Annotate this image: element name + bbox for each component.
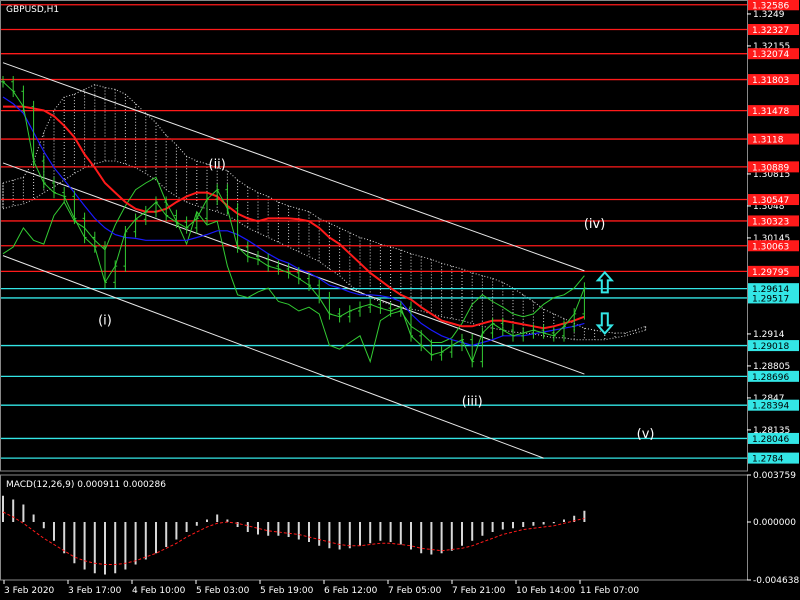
main-chart-title: GBPUSD,H1 — [6, 5, 59, 15]
price-tag-label: 1.31803 — [752, 76, 789, 86]
time-tick-label: 7 Feb 21:00 — [452, 586, 506, 596]
chart-background — [0, 0, 800, 600]
price-tag-label: 1.30889 — [752, 163, 789, 173]
macd-title: MACD(12,26,9) 0.000911 0.000286 — [6, 480, 166, 490]
price-tick-label: 1.28805 — [753, 362, 790, 372]
time-tick-label: 4 Feb 10:00 — [132, 586, 186, 596]
time-tick-label: 7 Feb 05:00 — [388, 586, 442, 596]
wave-label: (i) — [98, 313, 112, 328]
price-tag-label: 1.31478 — [752, 107, 789, 117]
price-tag-label: 1.29018 — [752, 342, 789, 352]
wave-label: (iv) — [584, 217, 605, 232]
price-tick-label: 1.2914 — [753, 330, 785, 340]
macd-tick-label: -0.004638 — [753, 576, 799, 586]
macd-tick-label: 0.000000 — [753, 518, 796, 528]
price-tag-label: 1.2784 — [752, 455, 784, 465]
wave-label: (iii) — [462, 395, 483, 410]
time-tick-label: 3 Feb 17:00 — [68, 586, 122, 596]
wave-label: (ii) — [209, 158, 226, 173]
forex-chart: (i)(ii)(iii)(iv)(v) 1.32491.321551.30815… — [0, 0, 800, 600]
price-tag-label: 1.30063 — [752, 242, 789, 252]
time-tick-label: 5 Feb 19:00 — [260, 586, 314, 596]
time-tick-label: 6 Feb 12:00 — [324, 586, 378, 596]
price-tag-label: 1.3118 — [752, 136, 784, 146]
price-tag-label: 1.29795 — [752, 268, 789, 278]
price-tag-label: 1.32327 — [752, 26, 789, 36]
time-tick-label: 5 Feb 03:00 — [196, 586, 250, 596]
time-tick-label: 11 Feb 07:00 — [580, 586, 639, 596]
price-tick-label: 1.3249 — [753, 10, 785, 20]
price-tag-label: 1.28394 — [752, 402, 789, 412]
macd-tick-label: 0.003759 — [753, 471, 796, 481]
price-tag-label: 1.30547 — [752, 196, 789, 206]
wave-label: (v) — [637, 427, 655, 442]
price-tag-label: 1.30323 — [752, 217, 789, 227]
time-tick-label: 3 Feb 2020 — [4, 586, 55, 596]
price-tag-label: 1.32586 — [752, 1, 789, 11]
price-tag-label: 1.28046 — [752, 435, 789, 445]
price-tag-label: 1.29517 — [752, 294, 789, 304]
price-tag-label: 1.32074 — [752, 50, 789, 60]
price-tag-label: 1.28696 — [752, 373, 789, 383]
time-tick-label: 10 Feb 14:00 — [516, 586, 575, 596]
